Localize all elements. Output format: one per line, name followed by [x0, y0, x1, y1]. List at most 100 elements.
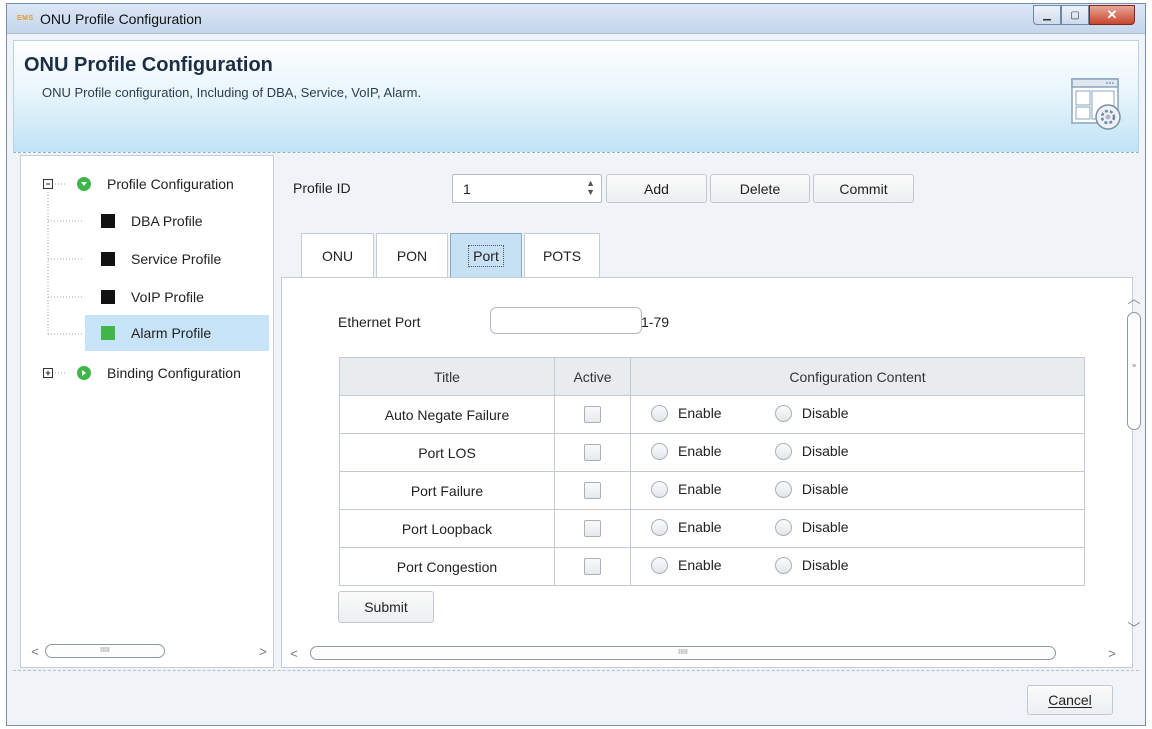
enable-label: Enable	[678, 557, 722, 573]
profile-id-spinner[interactable]: 1 ▲ ▼	[452, 174, 602, 203]
close-button[interactable]: ✕	[1089, 5, 1135, 25]
page-title: ONU Profile Configuration	[24, 54, 273, 76]
active-checkbox[interactable]	[584, 406, 601, 424]
profile-square-icon	[101, 214, 115, 228]
table-row: Port LOS Enable Disable	[339, 433, 1085, 472]
ethernet-port-input[interactable]	[490, 307, 642, 334]
scroll-up-icon[interactable]: ︿	[1122, 288, 1146, 307]
disable-option[interactable]: Disable	[774, 480, 849, 498]
disable-label: Disable	[801, 519, 849, 535]
enable-option[interactable]: Enable	[651, 442, 771, 460]
disable-radio[interactable]	[774, 404, 792, 422]
enable-radio[interactable]	[651, 518, 668, 536]
page-header: ONU Profile Configuration ONU Profile co…	[13, 40, 1139, 153]
tree-item-label: Service Profile	[131, 251, 222, 267]
tree-item-profile-configuration[interactable]: − Profile Configuration	[33, 166, 269, 202]
scroll-left-icon[interactable]: <	[286, 646, 302, 661]
enable-option[interactable]: Enable	[651, 404, 771, 422]
port-tab-content: Ethernet Port 1-79 Title Active Configur…	[281, 277, 1141, 668]
tree-item-label: Alarm Profile	[131, 325, 212, 341]
scroll-track[interactable]: IIIII	[43, 644, 255, 658]
spinner-arrows-icon[interactable]: ▲ ▼	[586, 179, 595, 197]
enable-option[interactable]: Enable	[651, 480, 771, 498]
disable-radio[interactable]	[774, 442, 792, 460]
profile-id-value: 1	[463, 181, 471, 197]
scroll-thumb[interactable]: IIIII	[310, 646, 1056, 660]
enable-radio[interactable]	[651, 480, 668, 498]
active-checkbox[interactable]	[584, 558, 601, 576]
disable-option[interactable]: Disable	[774, 556, 849, 574]
tree-item-voip-profile[interactable]: VoIP Profile	[85, 279, 269, 315]
app-window: EMS ONU Profile Configuration ▁ ▢ ✕ ONU …	[6, 3, 1146, 726]
content-horizontal-scrollbar[interactable]: < IIIII >	[286, 644, 1120, 662]
scroll-right-icon[interactable]: >	[255, 644, 271, 659]
table-row: Auto Negate Failure Enable Disable	[339, 395, 1085, 434]
collapse-icon[interactable]: −	[43, 179, 53, 189]
minimize-button[interactable]: ▁	[1033, 5, 1061, 25]
tree-item-binding-configuration[interactable]: + Binding Configuration	[33, 355, 269, 391]
tree-item-dba-profile[interactable]: DBA Profile	[85, 203, 269, 239]
tab-pots[interactable]: POTS	[524, 233, 600, 277]
submit-button[interactable]: Submit	[338, 591, 434, 623]
disable-option[interactable]: Disable	[774, 518, 849, 536]
expand-icon[interactable]: +	[43, 368, 53, 378]
tree-item-alarm-profile[interactable]: Alarm Profile	[85, 315, 269, 351]
enable-radio[interactable]	[651, 556, 668, 574]
tree-item-service-profile[interactable]: Service Profile	[85, 241, 269, 277]
page-subtitle: ONU Profile configuration, Including of …	[42, 85, 422, 100]
scroll-right-icon[interactable]: >	[1104, 646, 1120, 661]
window-title: ONU Profile Configuration	[40, 11, 202, 27]
enable-option[interactable]: Enable	[651, 518, 771, 536]
window-controls: ▁ ▢ ✕	[1033, 5, 1135, 25]
disable-option[interactable]: Disable	[774, 404, 849, 422]
commit-button[interactable]: Commit	[813, 174, 914, 203]
disable-radio[interactable]	[774, 480, 792, 498]
content-vertical-scrollbar[interactable]: ︿ ≡ ﹀	[1122, 278, 1146, 652]
minimize-icon: ▁	[1043, 9, 1051, 21]
scroll-thumb[interactable]: IIIII	[45, 644, 165, 658]
tab-label: PON	[396, 247, 428, 264]
cancel-button[interactable]: Cancel	[1027, 685, 1113, 715]
enable-radio[interactable]	[651, 404, 668, 422]
active-checkbox[interactable]	[584, 520, 601, 538]
ethernet-port-label: Ethernet Port	[338, 314, 421, 330]
tab-port[interactable]: Port	[450, 233, 522, 277]
disable-option[interactable]: Disable	[774, 442, 849, 460]
tab-onu[interactable]: ONU	[301, 233, 374, 277]
green-collapsed-icon	[77, 366, 91, 380]
row-title: Port Congestion	[339, 547, 555, 586]
table-header-row: Title Active Configuration Content	[339, 357, 1085, 396]
tree-item-label: Binding Configuration	[107, 365, 241, 381]
tree-horizontal-scrollbar[interactable]: < IIIII >	[27, 642, 271, 660]
row-title: Auto Negate Failure	[339, 395, 555, 434]
enable-label: Enable	[678, 405, 722, 421]
enable-option[interactable]: Enable	[651, 556, 771, 574]
tab-label: ONU	[321, 247, 354, 264]
scroll-thumb[interactable]: ≡	[1127, 312, 1141, 430]
profile-tree-panel: − Profile Configuration DBA Profile Serv…	[20, 155, 274, 668]
title-bar[interactable]: EMS ONU Profile Configuration ▁ ▢ ✕	[7, 4, 1145, 34]
enable-radio[interactable]	[651, 442, 668, 460]
add-button[interactable]: Add	[606, 174, 707, 203]
maximize-button[interactable]: ▢	[1061, 5, 1089, 25]
row-title: Port LOS	[339, 433, 555, 472]
delete-button[interactable]: Delete	[710, 174, 810, 203]
active-checkbox[interactable]	[584, 482, 601, 500]
active-checkbox[interactable]	[584, 444, 601, 462]
table-row: Port Congestion Enable Disable	[339, 547, 1085, 586]
scroll-left-icon[interactable]: <	[27, 644, 43, 659]
disable-radio[interactable]	[774, 518, 792, 536]
alarm-table: Title Active Configuration Content Auto …	[339, 357, 1085, 586]
disable-label: Disable	[801, 481, 849, 497]
disable-radio[interactable]	[774, 556, 792, 574]
disable-label: Disable	[801, 557, 849, 573]
scroll-track[interactable]: IIIII	[302, 646, 1104, 660]
tab-label: POTS	[542, 247, 582, 264]
tab-pon[interactable]: PON	[376, 233, 448, 277]
profile-square-icon	[101, 290, 115, 304]
scroll-down-icon[interactable]: ﹀	[1122, 618, 1146, 637]
table-row: Port Failure Enable Disable	[339, 471, 1085, 510]
enable-label: Enable	[678, 519, 722, 535]
green-expanded-icon	[77, 177, 91, 191]
row-title: Port Loopback	[339, 509, 555, 548]
